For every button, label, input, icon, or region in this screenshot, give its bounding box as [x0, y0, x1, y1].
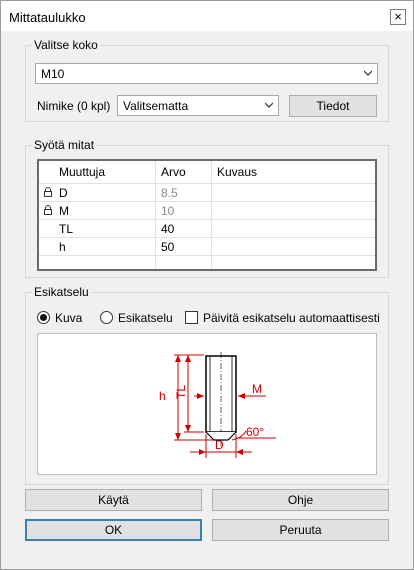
- row-m-name: M: [59, 204, 69, 218]
- row-divider: [39, 219, 375, 220]
- size-combo-value: M10: [41, 67, 65, 81]
- row-tl-value[interactable]: 40: [161, 222, 174, 236]
- radio-preview[interactable]: [100, 311, 113, 324]
- label-d: D: [215, 438, 224, 452]
- close-button[interactable]: ×: [390, 9, 406, 25]
- radio-selected-dot: [40, 314, 47, 321]
- bolt-drawing: h TL M D 60°: [159, 352, 276, 458]
- window-title: Mittataulukko: [9, 10, 86, 25]
- name-label: Nimike (0 kpl): [37, 99, 111, 113]
- size-group-legend: Valitse koko: [34, 38, 98, 52]
- cancel-button[interactable]: Peruuta: [212, 519, 389, 541]
- header-variable: Muuttuja: [59, 165, 106, 179]
- title-bar: Mittataulukko ×: [1, 1, 413, 31]
- row-d-value[interactable]: 8.5: [161, 186, 178, 200]
- chevron-down-icon: [364, 70, 372, 76]
- size-combo[interactable]: M10: [35, 63, 378, 84]
- column-divider: [211, 161, 212, 269]
- row-divider: [39, 201, 375, 202]
- preview-group-legend: Esikatselu: [34, 285, 89, 299]
- name-combo[interactable]: Valitsematta: [117, 95, 279, 116]
- row-divider: [39, 237, 375, 238]
- label-angle: 60°: [246, 425, 264, 439]
- row-m-value[interactable]: 10: [161, 204, 174, 218]
- row-h-name: h: [59, 240, 66, 254]
- auto-update-label[interactable]: Päivitä esikatselu automaattisesti: [203, 311, 380, 325]
- dialog-window: Mittataulukko × Valitse koko M10 Nimike …: [0, 0, 414, 570]
- apply-button[interactable]: Käytä: [25, 489, 202, 511]
- preview-area: h TL M D 60°: [37, 333, 377, 475]
- ok-button[interactable]: OK: [25, 519, 202, 541]
- lock-icon: [44, 187, 52, 197]
- radio-preview-label[interactable]: Esikatselu: [118, 311, 173, 325]
- dimensions-group-legend: Syötä mitat: [34, 138, 95, 152]
- row-d-name: D: [59, 186, 68, 200]
- name-combo-value: Valitsematta: [123, 99, 189, 113]
- column-divider: [155, 161, 156, 269]
- label-h: h: [159, 389, 166, 403]
- row-h-value[interactable]: 50: [161, 240, 174, 254]
- details-button[interactable]: Tiedot: [289, 95, 377, 117]
- lock-icon: [44, 205, 52, 215]
- chevron-down-icon: [265, 102, 273, 108]
- label-m: M: [252, 382, 262, 396]
- row-tl-name: TL: [59, 222, 74, 236]
- close-icon: ×: [394, 9, 402, 24]
- help-button[interactable]: Ohje: [212, 489, 389, 511]
- header-value: Arvo: [161, 165, 186, 179]
- radio-image[interactable]: [37, 311, 50, 324]
- auto-update-checkbox[interactable]: [185, 311, 198, 324]
- radio-image-label[interactable]: Kuva: [55, 311, 82, 325]
- dimensions-table: Muuttuja Arvo Kuvaus D 8.5 M 10 TL 40 h …: [37, 159, 377, 271]
- label-tl: TL: [174, 385, 188, 399]
- row-divider: [39, 183, 375, 184]
- row-divider: [39, 255, 375, 256]
- header-description: Kuvaus: [217, 165, 258, 179]
